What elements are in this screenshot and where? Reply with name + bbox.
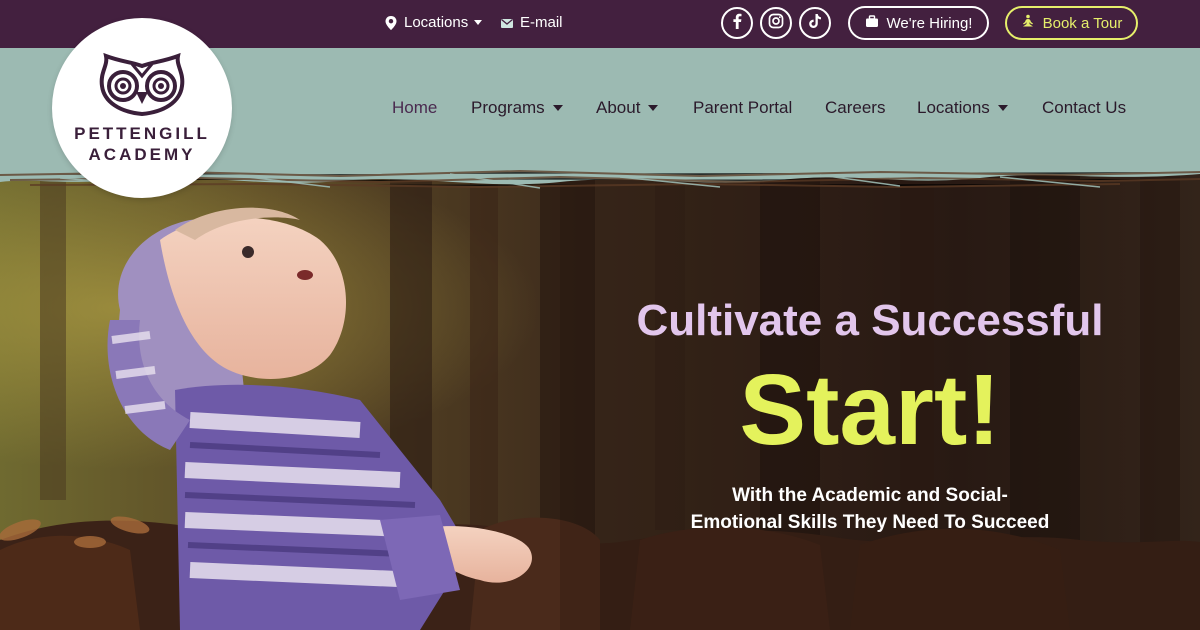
nav-item-label: Locations <box>917 98 990 117</box>
briefcase-icon <box>865 14 879 32</box>
hero-description: With the Academic and Social- Emotional … <box>640 482 1100 536</box>
email-label: E-mail <box>520 14 563 31</box>
book-a-tour-label: Book a Tour <box>1042 14 1123 32</box>
pettengill-academy-logo[interactable]: PETTENGILL ACADEMY <box>52 18 232 198</box>
chevron-down-icon <box>552 105 563 111</box>
email-link[interactable]: E-mail <box>500 14 563 31</box>
nav-item-locations[interactable]: Locations <box>917 98 1008 118</box>
locations-label: Locations <box>404 14 469 31</box>
envelope-icon <box>500 16 514 30</box>
nav-item-label: Parent Portal <box>693 98 793 117</box>
chevron-down-icon <box>474 20 483 25</box>
facebook-icon <box>730 13 744 34</box>
logo-wordmark-line1: PETTENGILL <box>74 124 210 143</box>
nav-item-label: Contact Us <box>1042 98 1127 117</box>
meditation-person-icon <box>1021 14 1035 32</box>
nav-item-careers[interactable]: Careers <box>825 98 885 118</box>
book-a-tour-button[interactable]: Book a Tour <box>1005 6 1138 40</box>
nav-item-programs[interactable]: Programs <box>471 98 563 118</box>
nav-item-label: Careers <box>825 98 886 117</box>
were-hiring-label: We're Hiring! <box>886 14 973 32</box>
facebook-link[interactable] <box>721 7 753 39</box>
nav-item-contact-us[interactable]: Contact Us <box>1042 98 1126 118</box>
nav-item-label: Home <box>392 98 438 117</box>
nav-item-label: Programs <box>471 98 545 117</box>
were-hiring-button[interactable]: We're Hiring! <box>848 6 989 40</box>
instagram-icon <box>768 13 784 34</box>
logo-wordmark-line2: ACADEMY <box>88 145 196 164</box>
nav-item-parent-portal[interactable]: Parent Portal <box>693 98 792 118</box>
tiktok-link[interactable] <box>799 7 831 39</box>
nav-item-about[interactable]: About <box>596 98 659 118</box>
nav-item-home[interactable]: Home <box>392 98 437 118</box>
chevron-down-icon <box>648 105 659 111</box>
owl-logo-icon <box>99 52 185 116</box>
nav-item-label: About <box>596 98 641 117</box>
locations-dropdown[interactable]: Locations <box>384 14 483 31</box>
hero-subtitle: Cultivate a Successful <box>636 296 1104 345</box>
hero-headline: Start! <box>739 354 1001 466</box>
chevron-down-icon <box>997 105 1008 111</box>
instagram-link[interactable] <box>760 7 792 39</box>
hero-description-line2: Emotional Skills They Need To Succeed <box>690 512 1050 533</box>
map-pin-icon <box>384 15 398 31</box>
hero-section: Cultivate a Successful Start! With the A… <box>0 170 1200 630</box>
hero-description-line1: With the Academic and Social- <box>732 485 1008 506</box>
tiktok-icon <box>808 13 822 34</box>
